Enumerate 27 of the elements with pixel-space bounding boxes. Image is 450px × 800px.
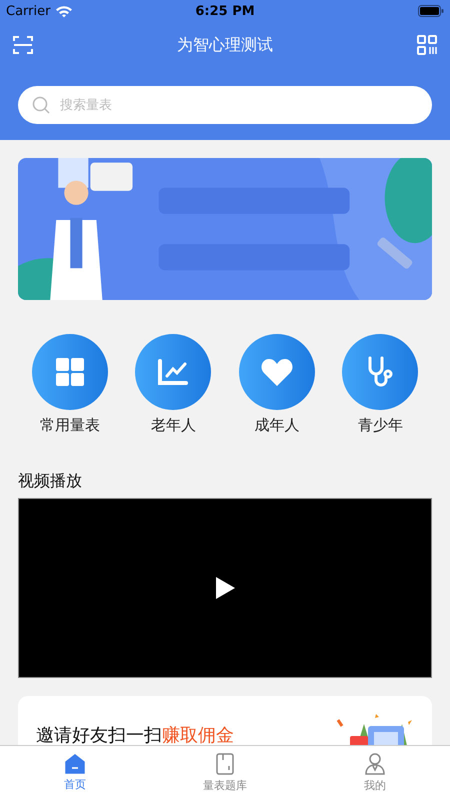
carrier-label: Carrier bbox=[6, 4, 50, 18]
wifi-icon bbox=[55, 4, 74, 18]
qr-code-icon[interactable] bbox=[417, 35, 437, 55]
battery-icon bbox=[418, 5, 444, 17]
search-icon bbox=[32, 96, 50, 114]
stethoscope-icon bbox=[366, 356, 394, 388]
category-label: 成年人 bbox=[254, 416, 300, 435]
grid-icon bbox=[56, 358, 84, 386]
category-label: 老年人 bbox=[150, 416, 196, 435]
play-icon[interactable] bbox=[214, 576, 236, 600]
line-chart-icon bbox=[158, 359, 188, 385]
category-label: 青少年 bbox=[358, 416, 403, 435]
invite-card[interactable]: 邀请好友扫一扫赚取佣金 bbox=[18, 696, 432, 745]
invite-text: 邀请好友扫一扫赚取佣金 bbox=[36, 724, 234, 745]
tab-item[interactable]: 量表题库 bbox=[175, 746, 275, 800]
search-field[interactable]: 搜索量表 bbox=[18, 86, 432, 124]
scan-icon[interactable] bbox=[13, 35, 33, 55]
category-label: 常用量表 bbox=[40, 416, 100, 435]
user-icon bbox=[365, 753, 385, 775]
app-title: 为智心理测试 bbox=[177, 34, 273, 56]
book-icon bbox=[215, 753, 235, 775]
section-title: 视频播放 bbox=[18, 471, 83, 492]
heart-icon bbox=[260, 358, 293, 386]
clock-time: 6:25 PM bbox=[194, 4, 256, 18]
tab-item[interactable]: 我的 bbox=[325, 746, 425, 800]
home-icon bbox=[65, 754, 85, 774]
tab-item[interactable]: 首页 bbox=[25, 746, 125, 800]
